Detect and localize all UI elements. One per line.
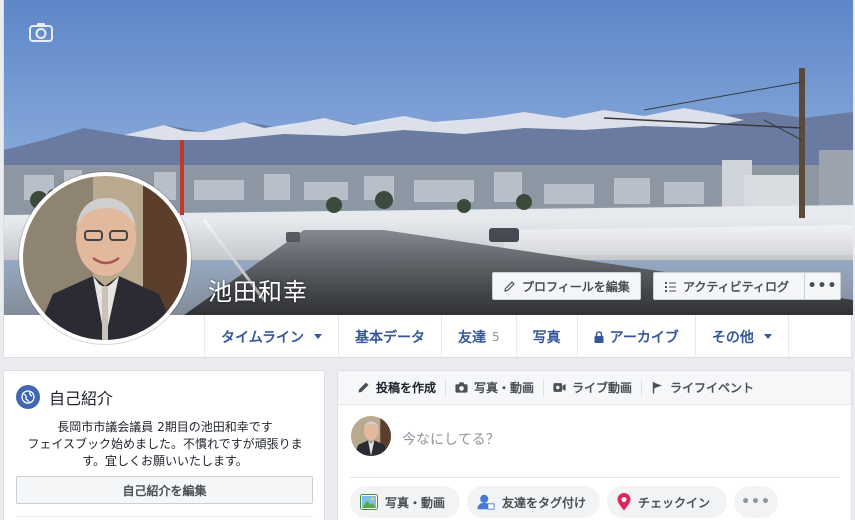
more-options-button[interactable]: •••	[734, 486, 778, 518]
tab-label: ライフイベント	[670, 381, 755, 395]
profile-picture[interactable]	[19, 172, 191, 344]
bio-line: す。宜しくお願いいたします。	[82, 454, 248, 468]
more-options-button[interactable]: •••	[804, 272, 841, 300]
bio-text: 長岡市市議会議員 2期目の池田和幸です フェイスブック始めました。不慣れですが頑…	[16, 419, 314, 470]
tab-label: ライブ動画	[572, 381, 633, 395]
photo-video-button[interactable]: 写真・動画	[350, 486, 460, 518]
tab-life-event[interactable]: ライフイベント	[642, 379, 763, 396]
intro-title: 自己紹介	[49, 389, 114, 408]
bio-line: 長岡市市議会議員 2期目の池田和幸です	[57, 420, 273, 434]
tag-friends-button[interactable]: 友達をタグ付け	[467, 486, 600, 518]
divider	[350, 477, 840, 478]
edit-profile-label: プロフィールを編集	[522, 279, 630, 294]
chip-label: 友達をタグ付け	[501, 495, 586, 510]
post-composer: 投稿を作成 写真・動画 ライブ動画 ライフイベント 今なにしてる？ 写真・動画 …	[337, 370, 852, 520]
tab-label: 友達	[458, 329, 487, 346]
chevron-down-icon	[314, 334, 323, 339]
avatar	[23, 176, 187, 340]
tab-label: 投稿を作成	[376, 381, 437, 395]
flag-icon	[652, 382, 663, 394]
profile-header: 池田和幸 プロフィールを編集 アクティビティログ ••• タイムライン 基本デー…	[3, 0, 853, 358]
chevron-down-icon	[763, 334, 772, 339]
check-in-button[interactable]: チェックイン	[607, 486, 727, 518]
chip-label: 写真・動画	[385, 495, 446, 510]
tab-photos[interactable]: 写真	[517, 315, 578, 358]
tab-more[interactable]: その他	[696, 315, 789, 358]
tab-timeline[interactable]: タイムライン	[205, 315, 340, 358]
avatar[interactable]	[351, 416, 391, 456]
camera-icon[interactable]	[29, 22, 53, 42]
list-icon	[665, 281, 676, 292]
status-input[interactable]: 今なにしてる？	[402, 429, 500, 449]
bio-line: フェイスブック始めました。不慣れですが頑張りま	[27, 437, 303, 451]
divider	[16, 516, 313, 517]
camera-icon	[455, 382, 468, 393]
tab-label: 基本データ	[355, 329, 426, 346]
intro-card: 自己紹介 長岡市市議会議員 2期目の池田和幸です フェイスブック始めました。不慣…	[3, 370, 325, 520]
tab-label: その他	[711, 329, 754, 346]
tab-friends[interactable]: 友達 5	[442, 315, 517, 358]
tab-archive[interactable]: アーカイブ	[578, 315, 696, 358]
composer-tabs: 投稿を作成 写真・動画 ライブ動画 ライフイベント	[338, 371, 851, 405]
tab-label: タイムライン	[221, 329, 305, 346]
location-pin-icon	[617, 493, 631, 511]
chip-label: チェックイン	[638, 495, 711, 510]
tab-about[interactable]: 基本データ	[339, 315, 443, 358]
edit-profile-button[interactable]: プロフィールを編集	[492, 272, 641, 300]
edit-intro-button[interactable]: 自己紹介を編集	[16, 476, 313, 504]
tab-photo-video[interactable]: 写真・動画	[446, 379, 543, 396]
photo-icon	[360, 494, 378, 510]
activity-log-label: アクティビティログ	[683, 279, 789, 294]
tab-label: アーカイブ	[609, 329, 679, 346]
lock-icon	[594, 330, 604, 343]
pencil-icon	[504, 280, 515, 292]
live-video-icon	[553, 383, 566, 392]
tab-create-post[interactable]: 投稿を作成	[348, 379, 445, 396]
profile-name[interactable]: 池田和幸	[208, 272, 308, 307]
globe-icon	[16, 385, 40, 409]
tab-live-video[interactable]: ライブ動画	[544, 379, 641, 396]
tag-friends-icon	[477, 494, 495, 510]
friends-count: 5	[492, 329, 500, 344]
activity-log-button[interactable]: アクティビティログ	[653, 272, 805, 300]
tab-label: 写真・動画	[474, 381, 535, 395]
pencil-icon	[358, 382, 369, 393]
tab-label: 写真	[532, 329, 561, 346]
profile-nav: タイムライン 基本データ 友達 5 写真 アーカイブ その他	[204, 315, 789, 358]
